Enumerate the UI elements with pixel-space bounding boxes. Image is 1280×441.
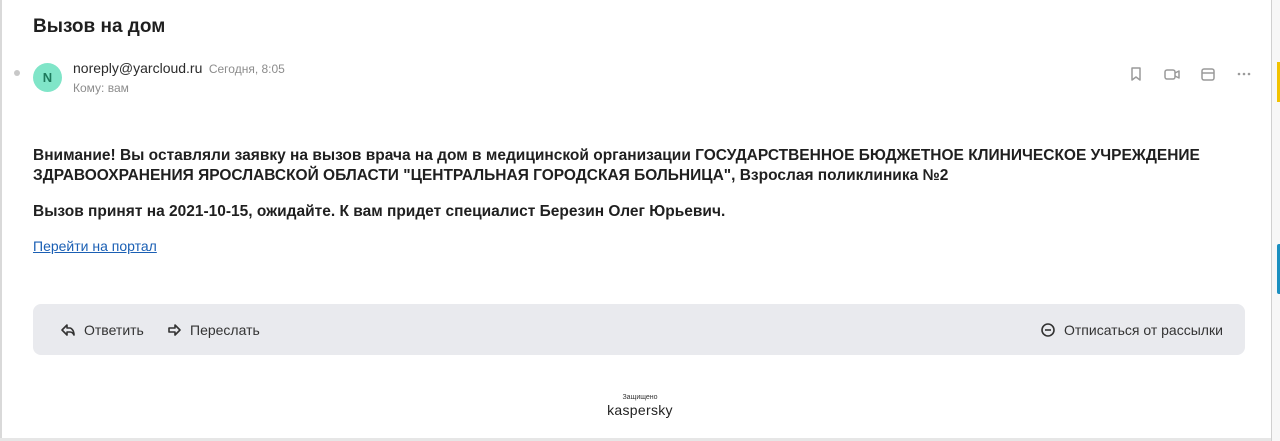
unsubscribe-label: Отписаться от рассылки	[1064, 321, 1223, 338]
forward-icon	[166, 322, 182, 338]
recipient-line: Кому: вам	[73, 81, 129, 95]
avatar-initial: N	[42, 70, 53, 85]
email-header-actions	[1126, 64, 1254, 84]
more-icon[interactable]	[1234, 64, 1254, 84]
sender-address[interactable]: noreply@yarcloud.ru	[73, 60, 202, 76]
unread-indicator[interactable]	[14, 70, 20, 76]
portal-link[interactable]: Перейти на портал	[33, 238, 157, 254]
video-icon[interactable]	[1162, 64, 1182, 84]
forward-label: Переслать	[190, 321, 260, 338]
unsubscribe-button[interactable]: Отписаться от рассылки	[1040, 304, 1223, 355]
minus-circle-icon	[1040, 322, 1056, 338]
bookmark-icon[interactable]	[1126, 64, 1146, 84]
email-view: Вызов на дом N noreply@yarcloud.ru Сегод…	[0, 0, 1280, 441]
body-paragraph-appointment: Вызов принят на 2021-10-15, ожидайте. К …	[33, 203, 726, 220]
email-subject: Вызов на дом	[33, 16, 166, 37]
left-border	[0, 0, 2, 441]
email-date: Сегодня, 8:05	[208, 62, 285, 76]
reply-label: Ответить	[84, 321, 144, 338]
kaspersky-logo: kaspersky	[607, 402, 673, 418]
sender-line: noreply@yarcloud.ru Сегодня, 8:05	[73, 60, 285, 78]
reply-button[interactable]: Ответить	[60, 304, 144, 355]
avatar[interactable]: N	[33, 63, 62, 92]
body-paragraph-notice: Внимание! Вы оставляли заявку на вызов в…	[33, 147, 1200, 184]
protected-label: Защищено	[622, 394, 658, 401]
reply-icon	[60, 322, 76, 338]
forward-button[interactable]: Переслать	[166, 304, 260, 355]
email-action-bar: Ответить Переслать Отписаться от рассылк…	[33, 304, 1245, 355]
calendar-icon[interactable]	[1198, 64, 1218, 84]
